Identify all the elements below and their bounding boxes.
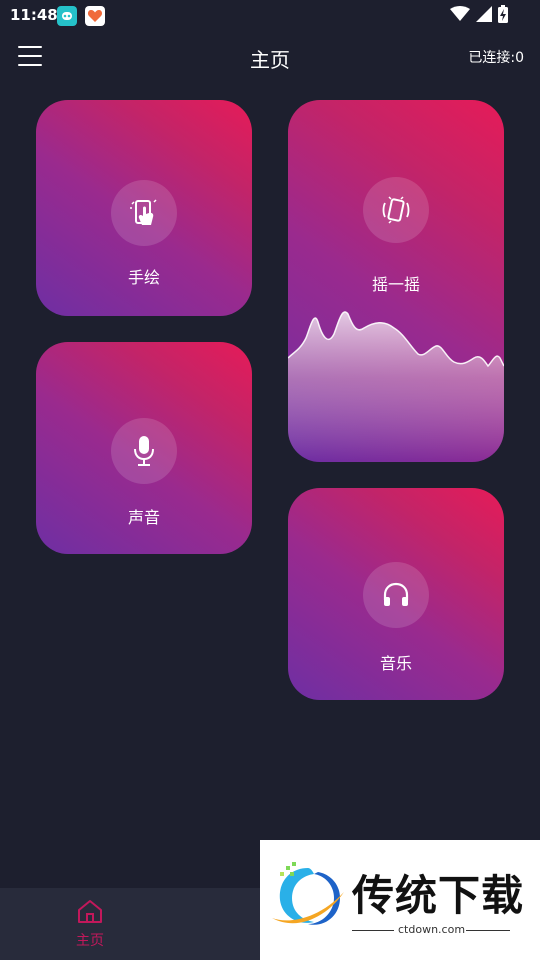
watermark-title: 传统下载 bbox=[352, 871, 525, 920]
watermark-overlay: 传统下载 ctdown.com bbox=[260, 840, 540, 960]
shake-card[interactable]: 摇一摇 bbox=[288, 100, 504, 462]
voice-label: 声音 bbox=[127, 508, 160, 527]
battery-charging-icon bbox=[498, 5, 508, 23]
page-title: 主页 bbox=[250, 48, 290, 72]
status-time: 11:48 bbox=[10, 6, 58, 24]
nav-home[interactable]: 主页 bbox=[50, 898, 130, 950]
notification-app-icon bbox=[57, 6, 77, 26]
app-header: 主页 已连接:0 bbox=[0, 32, 540, 84]
status-bar: 11:48 bbox=[0, 0, 540, 32]
microphone-icon bbox=[111, 418, 177, 484]
home-icon bbox=[78, 900, 102, 923]
sound-wave-graphic bbox=[288, 311, 504, 460]
hand-draw-card[interactable]: 手绘 bbox=[36, 100, 252, 316]
music-label: 音乐 bbox=[379, 654, 412, 673]
shake-label: 摇一摇 bbox=[371, 275, 420, 294]
hand-phone-icon bbox=[111, 180, 177, 246]
connection-status: 已连接:0 bbox=[468, 50, 524, 66]
headphones-icon bbox=[363, 562, 429, 628]
hand-draw-label: 手绘 bbox=[127, 268, 160, 287]
nav-home-label: 主页 bbox=[76, 933, 104, 949]
shake-phone-icon bbox=[363, 177, 429, 243]
watermark-url: ctdown.com bbox=[398, 923, 466, 936]
status-indicators bbox=[450, 5, 508, 23]
voice-card[interactable]: 声音 bbox=[36, 342, 252, 554]
wifi-icon bbox=[450, 6, 470, 21]
music-card[interactable]: 音乐 bbox=[288, 488, 504, 700]
notification-heart-icon bbox=[85, 6, 105, 26]
signal-icon bbox=[476, 6, 492, 22]
watermark-logo bbox=[272, 862, 344, 925]
